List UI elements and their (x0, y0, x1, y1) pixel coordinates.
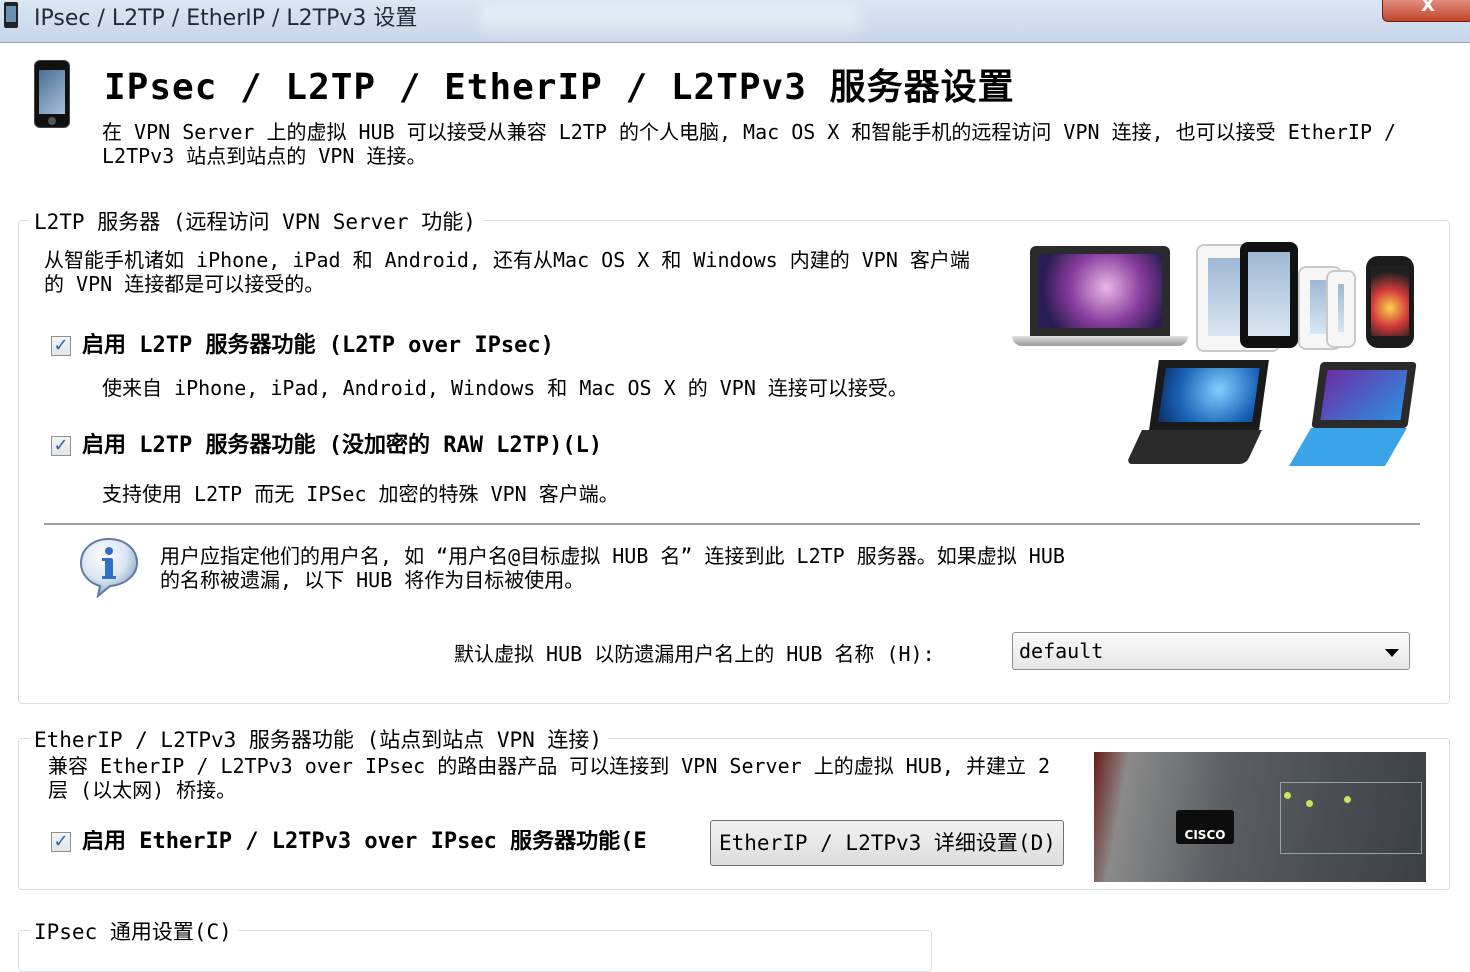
l2tp-info-text: 用户应指定他们的用户名, 如 “用户名@目标虚拟 HUB 名” 连接到此 L2T… (160, 544, 1065, 592)
l2tp-ipsec-checkbox[interactable]: ✓ (51, 336, 71, 356)
l2tp-description: 从智能手机诸如 iPhone, iPad 和 Android, 还有从Mac O… (44, 248, 970, 296)
page-description: 在 VPN Server 上的虚拟 HUB 可以接受从兼容 L2TP 的个人电脑… (102, 120, 1397, 168)
cisco-router-image: CISCO (1094, 752, 1426, 882)
l2tp-ipsec-hint: 使来自 iPhone, iPad, Android, Windows 和 Mac… (102, 376, 908, 400)
etherip-details-button[interactable]: EtherIP / L2TPv3 详细设置(D) (710, 820, 1064, 866)
etherip-checkbox-label[interactable]: 启用 EtherIP / L2TPv3 over IPsec 服务器功能(E (82, 830, 694, 854)
windows-laptop-illustration (1114, 360, 1274, 470)
default-hub-label: 默认虚拟 HUB 以防遗漏用户名上的 HUB 名称 (H): (454, 642, 935, 666)
close-button[interactable]: X (1382, 0, 1470, 22)
l2tp-raw-checkbox[interactable]: ✓ (51, 436, 71, 456)
window-title: IPsec / L2TP / EtherIP / L2TPv3 设置 (34, 6, 418, 31)
ipsec-group-label: IPsec 通用设置(C) (30, 916, 238, 946)
etherip-description: 兼容 EtherIP / L2TPv3 over IPsec 的路由器产品 可以… (48, 754, 1051, 802)
phone-icon (4, 2, 18, 28)
surface-tablet-illustration (1280, 360, 1420, 470)
etherip-group-label: EtherIP / L2TPv3 服务器功能 (站点到站点 VPN 连接) (30, 724, 609, 754)
default-hub-value: default (1019, 639, 1104, 663)
l2tp-group-label: L2TP 服务器 (远程访问 VPN Server 功能) (30, 206, 482, 236)
l2tp-raw-checkbox-label[interactable]: 启用 L2TP 服务器功能 (没加密的 RAW L2TP)(L) (82, 434, 602, 458)
cisco-logo: CISCO (1176, 810, 1234, 844)
chevron-down-icon (1385, 649, 1399, 657)
ipad-black-illustration (1240, 242, 1298, 348)
window-titlebar: IPsec / L2TP / EtherIP / L2TPv3 设置 (0, 0, 1470, 43)
page-title: IPsec / L2TP / EtherIP / L2TPv3 服务器设置 (104, 67, 1015, 108)
default-hub-select[interactable]: default (1012, 632, 1410, 670)
l2tp-raw-hint: 支持使用 L2TP 而无 IPSec 加密的特殊 VPN 客户端。 (102, 482, 619, 506)
etherip-checkbox[interactable]: ✓ (51, 832, 71, 852)
titlebar-blur (480, 6, 860, 32)
laptop-illustration (1012, 240, 1188, 350)
info-icon (79, 537, 139, 598)
l2tp-ipsec-checkbox-label[interactable]: 启用 L2TP 服务器功能 (L2TP over IPsec) (82, 334, 554, 358)
iphone-small-illustration (1326, 270, 1356, 348)
phone-icon (34, 60, 70, 128)
android-phone-illustration (1366, 256, 1414, 348)
divider (44, 523, 1420, 526)
